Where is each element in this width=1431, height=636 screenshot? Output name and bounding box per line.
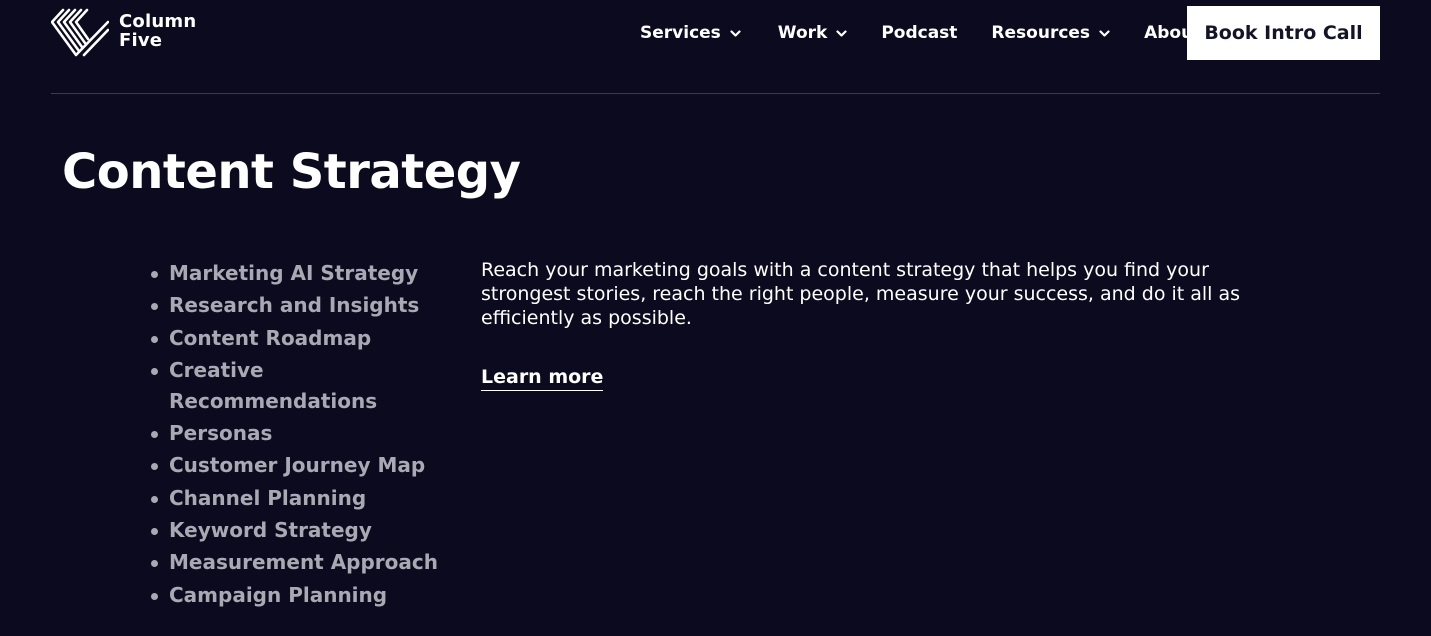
nav-item-resources[interactable]: Resources xyxy=(991,23,1110,43)
service-list-item: Channel Planning xyxy=(150,483,440,514)
column-five-logo-icon xyxy=(51,8,109,57)
nav-item-label: Podcast xyxy=(881,23,958,43)
service-list-item: Customer Journey Map xyxy=(150,450,440,481)
service-list-item: Campaign Planning xyxy=(150,580,440,611)
service-list-item: Measurement Approach xyxy=(150,547,440,578)
service-description: Reach your marketing goals with a conten… xyxy=(481,259,1241,329)
book-intro-call-button[interactable]: Book Intro Call xyxy=(1187,6,1380,60)
service-list: Marketing AI Strategy Research and Insig… xyxy=(150,258,440,612)
chevron-down-icon xyxy=(1099,30,1110,37)
chevron-down-icon xyxy=(730,30,741,37)
nav-item-services[interactable]: Services xyxy=(640,23,741,43)
brand-name-line-1: Column xyxy=(119,11,197,32)
service-list-item: Creative Recommendations xyxy=(150,355,440,417)
header-divider xyxy=(51,93,1380,94)
brand-name: Column Five xyxy=(119,12,196,50)
page-title: Content Strategy xyxy=(62,144,521,200)
service-list-item: Marketing AI Strategy xyxy=(150,258,440,289)
nav-item-label: Work xyxy=(777,23,828,43)
brand-logo-link[interactable]: Column Five xyxy=(51,8,196,58)
nav-item-label: Resources xyxy=(991,23,1091,43)
main-nav: Services Work Podcast Resources About xyxy=(640,20,1201,46)
nav-item-label: Services xyxy=(640,23,721,43)
service-list-item: Personas xyxy=(150,418,440,449)
chevron-down-icon xyxy=(836,30,847,37)
nav-item-podcast[interactable]: Podcast xyxy=(881,23,957,43)
brand-name-line-2: Five xyxy=(119,30,163,51)
nav-item-work[interactable]: Work xyxy=(778,23,848,43)
service-list-item: Content Roadmap xyxy=(150,323,440,354)
learn-more-link[interactable]: Learn more xyxy=(481,365,604,391)
service-list-item: Keyword Strategy xyxy=(150,515,440,546)
site-header: Column Five Services Work Podcast Resour… xyxy=(0,0,1431,94)
service-list-item: Research and Insights xyxy=(150,290,440,321)
